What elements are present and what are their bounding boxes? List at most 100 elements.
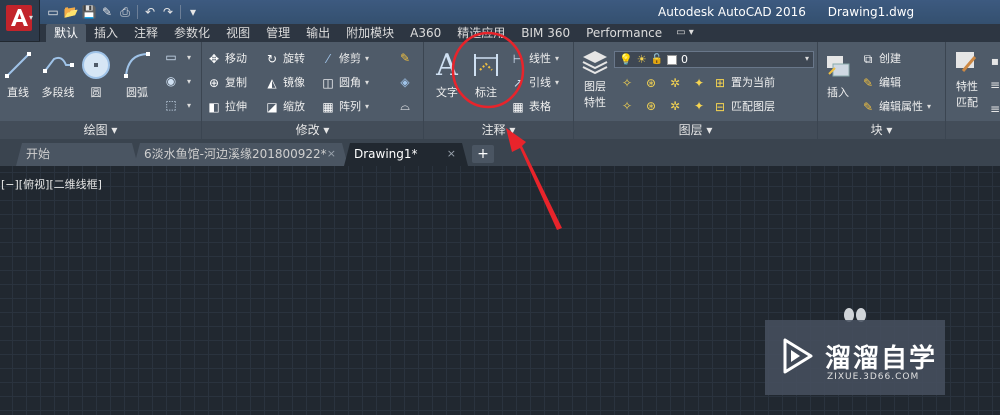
explode-icon[interactable]: ◈ <box>396 73 414 91</box>
array-button[interactable]: ▦ 阵列 ▾ <box>320 97 369 117</box>
lineweight-icon[interactable]: ≡ <box>986 76 1000 94</box>
layer-freeze-icon[interactable]: ✲ <box>666 74 684 92</box>
redo-icon[interactable]: ↷ <box>159 3 177 21</box>
fillet-icon: ◫ <box>322 76 334 90</box>
layer-isolate-icon[interactable]: ⊛ <box>642 74 660 92</box>
polyline-button[interactable]: 多段线 <box>38 48 78 100</box>
annotation-panel-title[interactable]: 注释 ▾ <box>424 121 573 139</box>
new-icon[interactable]: ▭ <box>44 3 62 21</box>
close-icon[interactable]: × <box>327 143 336 165</box>
mirror-button[interactable]: ◭ 镜像 <box>264 73 305 93</box>
modify-panel-title[interactable]: 修改 ▾ <box>202 121 423 139</box>
linetype-icon[interactable]: ≡ <box>986 100 1000 118</box>
layer-thaw-icon[interactable]: ✲ <box>666 97 684 115</box>
edit-attributes-icon: ✎ <box>862 100 874 114</box>
tab-drawing1[interactable]: Drawing1* × <box>344 143 468 166</box>
erase-icon[interactable]: ✎ <box>396 49 414 67</box>
layers-panel-title[interactable]: 图层 ▾ <box>574 121 817 139</box>
stretch-label: 拉伸 <box>225 100 247 113</box>
ribbon-panel: 直线 多段线 圆 圆弧 ▭ ▾ ◉ ▾ ⬚ ▾ 绘图 ▾ ✥ 移动 ↻ 旋转 ⁄… <box>0 42 1000 139</box>
layer-off-icon[interactable]: ✧ <box>618 74 636 92</box>
tab-output[interactable]: 输出 <box>298 24 338 42</box>
tab-manage[interactable]: 管理 <box>258 24 298 42</box>
tab-a360[interactable]: A360 <box>402 24 449 42</box>
autocad-window: ▭ 📂 💾 ✎ ⎙ ↶ ↷ ▾ Autodesk AutoCAD 2016 Dr… <box>0 0 1000 415</box>
save-as-icon[interactable]: ✎ <box>98 3 116 21</box>
circle-label: 圆 <box>90 86 102 99</box>
ribbon-display-toggle[interactable]: ▭ ▾ <box>670 24 700 42</box>
layer-lock-icon[interactable]: ✦ <box>690 74 708 92</box>
rotate-button[interactable]: ↻ 旋转 <box>264 49 305 69</box>
fillet-button[interactable]: ◫ 圆角 ▾ <box>320 73 369 93</box>
tab-annotate[interactable]: 注释 <box>126 24 166 42</box>
create-block-button[interactable]: ⧉ 创建 <box>860 49 901 69</box>
layer-unisolate-icon[interactable]: ⊛ <box>642 97 660 115</box>
tab-featured-apps[interactable]: 精选应用 <box>449 24 513 42</box>
customize-icon[interactable]: ▾ <box>184 3 202 21</box>
table-button[interactable]: ▦ 表格 <box>510 97 551 117</box>
edit-attributes-button[interactable]: ✎ 编辑属性 ▾ <box>860 97 931 117</box>
tab-performance[interactable]: Performance <box>578 24 670 42</box>
trim-label: 修剪 <box>339 52 361 65</box>
current-layer-name: 0 <box>681 53 689 66</box>
layer-dropdown[interactable]: 💡 ☀ 🔓 0 ▾ <box>614 51 814 68</box>
match-properties-button[interactable]: 特性 匹配 <box>950 48 984 110</box>
layer-unlock-icon[interactable]: ✦ <box>690 97 708 115</box>
tab-default[interactable]: 默认 <box>46 24 87 42</box>
move-button[interactable]: ✥ 移动 <box>206 49 247 69</box>
print-icon[interactable]: ⎙ <box>116 3 134 21</box>
new-tab-button[interactable]: + <box>472 145 494 163</box>
leader-button[interactable]: ↗ 引线 ▾ <box>510 73 559 93</box>
viewport-controls[interactable]: [−][俯视][二维线框] <box>1 176 102 192</box>
line-button[interactable]: 直线 <box>2 48 34 100</box>
open-icon[interactable]: 📂 <box>62 3 80 21</box>
stretch-button[interactable]: ◧ 拉伸 <box>206 97 247 117</box>
properties-panel: 特性 匹配 ▪ ≡ ≡ <box>946 42 1000 139</box>
offset-icon[interactable]: ⌓ <box>396 97 414 115</box>
edit-block-label: 编辑 <box>879 76 901 89</box>
text-button[interactable]: A 文字 <box>430 48 464 100</box>
undo-icon[interactable]: ↶ <box>141 3 159 21</box>
window-title: Autodesk AutoCAD 2016 Drawing1.dwg <box>658 5 914 19</box>
rotate-label: 旋转 <box>283 52 305 65</box>
circle-button[interactable]: 圆 <box>80 48 112 100</box>
match-layer-button[interactable]: ⊟ 匹配图层 <box>712 97 775 117</box>
chevron-down-icon[interactable]: ▾ <box>180 96 198 114</box>
close-icon[interactable]: × <box>447 143 456 165</box>
match-properties-icon <box>956 52 977 72</box>
scale-button[interactable]: ◪ 缩放 <box>264 97 305 117</box>
chevron-down-icon[interactable]: ▾ <box>180 48 198 66</box>
rectangle-icon[interactable]: ▭ <box>162 48 180 66</box>
annotation-panel-label: 注释 <box>481 123 506 137</box>
save-icon[interactable]: 💾 <box>80 3 98 21</box>
edit-block-button[interactable]: ✎ 编辑 <box>860 73 901 93</box>
hatch-icon[interactable]: ◉ <box>162 72 180 90</box>
arc-button[interactable]: 圆弧 <box>120 48 154 100</box>
tab-start[interactable]: 开始 <box>16 143 138 166</box>
draw-panel-title[interactable]: 绘图 ▾ <box>0 121 201 139</box>
stretch-icon: ◧ <box>208 100 220 114</box>
tab-view[interactable]: 视图 <box>218 24 258 42</box>
mirror-label: 镜像 <box>283 76 305 89</box>
trim-button[interactable]: ⁄ 修剪 ▾ <box>320 49 369 69</box>
layer-properties-button[interactable]: 图层 特性 <box>578 48 612 110</box>
color-icon[interactable]: ▪ <box>986 52 1000 70</box>
chevron-down-icon[interactable]: ▾ <box>180 72 198 90</box>
linear-button[interactable]: ⊢ 线性 ▾ <box>510 49 559 69</box>
move-icon: ✥ <box>208 52 220 66</box>
scale-label: 缩放 <box>283 100 305 113</box>
copy-button[interactable]: ⊕ 复制 <box>206 73 247 93</box>
boundary-icon[interactable]: ⬚ <box>162 96 180 114</box>
dimension-button[interactable]: 标注 <box>468 48 504 100</box>
tab-addins[interactable]: 附加模块 <box>338 24 402 42</box>
insert-block-button[interactable]: 插入 <box>820 48 856 100</box>
application-menu-button[interactable]: ▾ <box>0 0 40 41</box>
make-current-button[interactable]: ⊞ 置为当前 <box>712 73 775 93</box>
tab-bim360[interactable]: BIM 360 <box>513 24 578 42</box>
tab-insert[interactable]: 插入 <box>86 24 126 42</box>
tab-parametric[interactable]: 参数化 <box>166 24 218 42</box>
block-panel-title[interactable]: 块 ▾ <box>818 121 945 139</box>
tab-drawing-fish-hall[interactable]: 6淡水鱼馆-河边溪缘201800922* × <box>134 143 348 166</box>
layer-on-icon[interactable]: ✧ <box>618 97 636 115</box>
match-properties-label-1: 特性 <box>956 80 978 93</box>
